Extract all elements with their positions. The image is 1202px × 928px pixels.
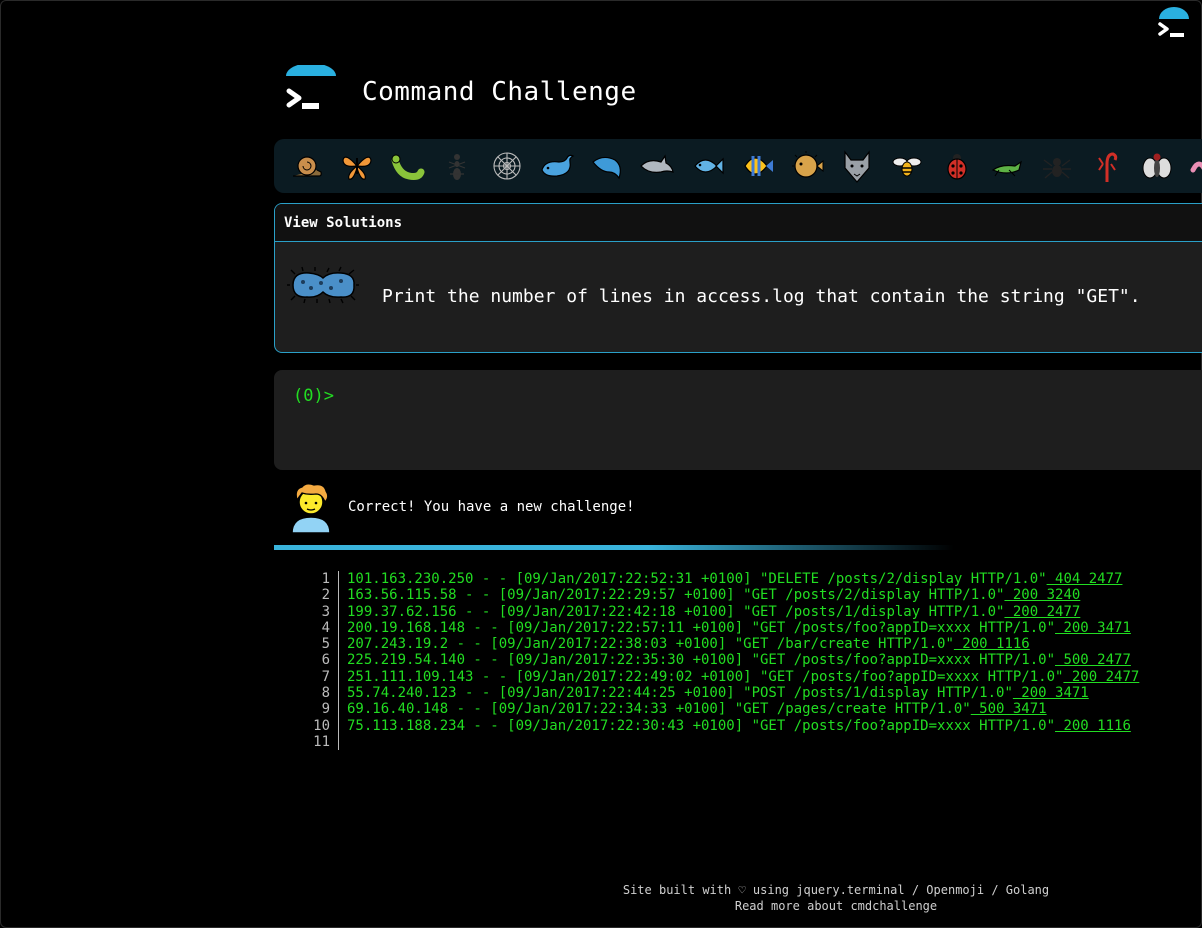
log-status: 200 2477: [1063, 668, 1140, 685]
terminal-logo-icon[interactable]: [1156, 6, 1192, 42]
log-line: 7 251.111.109.143 - - [09/Jan/2017:22:49:…: [300, 668, 1139, 686]
terminal-logo-icon[interactable]: [284, 65, 338, 119]
log-request: 69.16.40.148 - - [09/Jan/2017:22:34:33 +…: [347, 701, 971, 718]
wolf-icon[interactable]: [832, 146, 882, 186]
log-status: 200 1116: [1055, 717, 1131, 734]
line-number: 8: [300, 685, 339, 702]
read-more-link[interactable]: Read more about cmdchallenge: [735, 899, 937, 913]
log-line-text: 207.243.19.2 - - [09/Jan/2017:22:38:03 +…: [347, 636, 1030, 652]
task-description: Print the number of lines in access.log …: [382, 286, 1141, 307]
fish-icon[interactable]: [682, 146, 732, 186]
terminal-input[interactable]: (0)>: [274, 370, 1202, 470]
line-number: 6: [300, 652, 339, 669]
line-number: 5: [300, 636, 339, 653]
person-avatar-icon: [291, 483, 331, 533]
line-number: 4: [300, 619, 339, 637]
log-line: 3 199.37.62.156 - - [09/Jan/2017:22:42:18…: [300, 603, 1139, 620]
log-line-text: 251.111.109.143 - - [09/Jan/2017:22:49:0…: [347, 669, 1139, 685]
log-request: 101.163.230.250 - - [09/Jan/2017:22:52:3…: [347, 571, 1047, 587]
spider-icon[interactable]: [1032, 146, 1082, 186]
access-log-listing: 1 101.163.230.250 - - [09/Jan/2017:22:52:…: [300, 571, 1139, 751]
line-number: 1: [300, 571, 339, 588]
line-number: 11: [300, 733, 339, 751]
log-line: 5 207.243.19.2 - - [09/Jan/2017:22:38:03 …: [300, 636, 1139, 653]
log-request: 163.56.115.58 - - [09/Jan/2017:22:29:57 …: [347, 587, 1005, 604]
log-line-text: 75.113.188.234 - - [09/Jan/2017:22:30:43…: [347, 718, 1131, 734]
feedback-message: Correct! You have a new challenge!: [348, 499, 635, 515]
log-line: 2 163.56.115.58 - - [09/Jan/2017:22:29:57…: [300, 587, 1139, 604]
terminal-prompt: (0)>: [293, 386, 334, 406]
log-status: 200 1116: [953, 636, 1030, 653]
log-request: 251.111.109.143 - - [09/Jan/2017:22:49:0…: [347, 668, 1064, 685]
snail-icon[interactable]: [282, 146, 332, 186]
log-status: 200 2477: [1004, 603, 1081, 620]
log-line-text: 163.56.115.58 - - [09/Jan/2017:22:29:57 …: [347, 587, 1080, 603]
log-status: 404 2477: [1046, 571, 1123, 587]
card-header: View Solutions: [275, 204, 1202, 242]
log-status: 200 3471: [1055, 619, 1131, 636]
footer: Site built with ♡ using jquery.terminal …: [580, 882, 1092, 914]
line-number: 9: [300, 701, 339, 718]
lady-beetle-icon[interactable]: [932, 146, 982, 186]
log-line: 1 101.163.230.250 - - [09/Jan/2017:22:52:…: [300, 571, 1139, 588]
dolphin-icon[interactable]: [632, 146, 682, 186]
scorpion-icon[interactable]: [1082, 146, 1132, 186]
log-status: 200 3471: [1012, 685, 1089, 702]
whale-icon[interactable]: [532, 146, 582, 186]
worm-icon[interactable]: [1182, 146, 1202, 186]
log-line: 11: [300, 733, 1139, 751]
log-line-text: 225.219.54.140 - - [09/Jan/2017:22:35:30…: [347, 652, 1131, 668]
log-request: 55.74.240.123 - - [09/Jan/2017:22:44:25 …: [347, 685, 1013, 702]
log-request: 199.37.62.156 - - [09/Jan/2017:22:42:18 …: [347, 603, 1005, 620]
view-solutions-link[interactable]: View Solutions: [284, 215, 402, 231]
fly-icon[interactable]: [1132, 146, 1182, 186]
log-line-text: 69.16.40.148 - - [09/Jan/2017:22:34:33 +…: [347, 701, 1047, 717]
page-title: Command Challenge: [362, 77, 637, 107]
line-number: 2: [300, 587, 339, 604]
log-line: 9 69.16.40.148 - - [09/Jan/2017:22:34:33 …: [300, 701, 1139, 718]
challenge-card: View Solutions Print the number of lines…: [274, 203, 1202, 353]
site-header: Command Challenge: [284, 64, 637, 120]
line-number: 7: [300, 668, 339, 686]
log-line-text: 55.74.240.123 - - [09/Jan/2017:22:44:25 …: [347, 685, 1089, 701]
log-request: 200.19.168.148 - - [09/Jan/2017:22:57:11…: [347, 619, 1056, 636]
card-body: Print the number of lines in access.log …: [275, 242, 1202, 352]
microbe-icon: [287, 266, 359, 304]
blowfish-icon[interactable]: [782, 146, 832, 186]
log-status: 500 2477: [1055, 652, 1131, 669]
log-line: 10 75.113.188.234 - - [09/Jan/2017:22:30:…: [300, 717, 1139, 734]
log-request: 225.219.54.140 - - [09/Jan/2017:22:35:30…: [347, 652, 1056, 669]
butterfly-icon[interactable]: [332, 146, 382, 186]
spider-web-icon[interactable]: [482, 146, 532, 186]
log-line: 6 225.219.54.140 - - [09/Jan/2017:22:35:3…: [300, 652, 1139, 669]
honeybee-icon[interactable]: [882, 146, 932, 186]
log-line-text: 199.37.62.156 - - [09/Jan/2017:22:42:18 …: [347, 604, 1080, 620]
line-number: 10: [300, 717, 339, 734]
log-request: 75.113.188.234 - - [09/Jan/2017:22:30:43…: [347, 717, 1056, 734]
challenge-strip: [274, 139, 1202, 193]
log-line-text: 200.19.168.148 - - [09/Jan/2017:22:57:11…: [347, 620, 1131, 636]
log-request: 207.243.19.2 - - [09/Jan/2017:22:38:03 +…: [347, 636, 954, 653]
tropical-fish-icon[interactable]: [732, 146, 782, 186]
bug-icon[interactable]: [382, 146, 432, 186]
cricket-icon[interactable]: [982, 146, 1032, 186]
log-line-text: 101.163.230.250 - - [09/Jan/2017:22:52:3…: [347, 571, 1122, 587]
log-line: 8 55.74.240.123 - - [09/Jan/2017:22:44:25…: [300, 685, 1139, 702]
log-status: 200 3240: [1004, 587, 1081, 604]
line-number: 3: [300, 603, 339, 620]
log-line: 4 200.19.168.148 - - [09/Jan/2017:22:57:1…: [300, 619, 1139, 637]
ant-icon[interactable]: [432, 146, 482, 186]
log-status: 500 3471: [970, 701, 1047, 718]
footer-credits-link[interactable]: Site built with ♡ using jquery.terminal …: [623, 883, 1049, 897]
dolphin-icon[interactable]: [582, 146, 632, 186]
progress-bar: [274, 545, 954, 550]
